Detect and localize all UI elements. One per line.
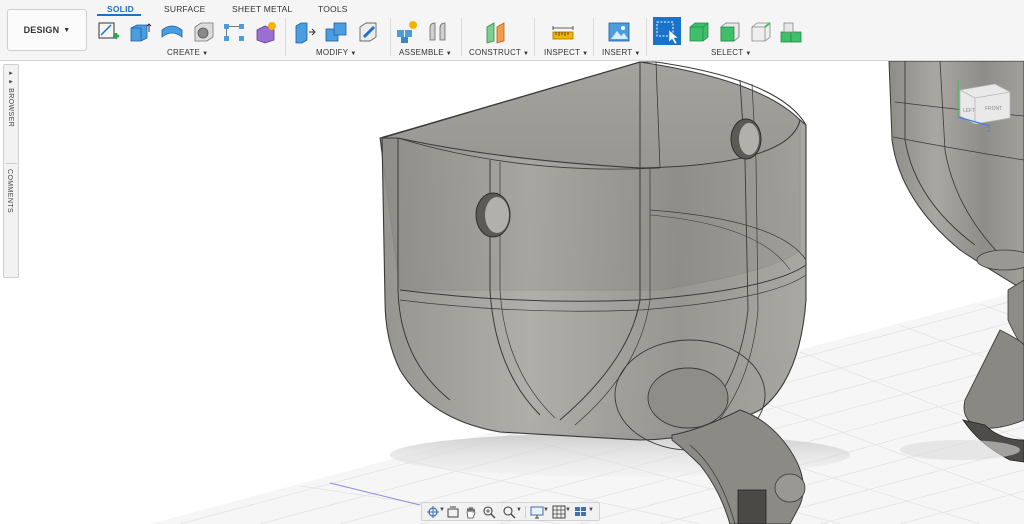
group-select-label: SELECT [711, 48, 744, 57]
viewcube-axis-z: Z [987, 128, 991, 134]
toolbar-divider [461, 18, 462, 56]
chevron-down-icon: ▼ [63, 26, 71, 34]
orbit-icon[interactable] [426, 505, 440, 519]
select-body-icon[interactable] [687, 20, 711, 44]
panel-separator [5, 163, 17, 164]
toolbar: DESIGN ▼ SOLID SURFACE SHEET METAL TOOLS… [0, 0, 1024, 61]
viewports-icon[interactable] [574, 505, 588, 519]
tab-solid[interactable]: SOLID [107, 4, 134, 14]
chevron-down-icon: ▼ [445, 51, 452, 57]
pattern-icon[interactable] [222, 20, 246, 44]
chevron-down-icon: ▼ [588, 507, 594, 513]
select-face-icon[interactable] [718, 20, 742, 44]
browser-label: BROWSER [7, 88, 14, 128]
create-sketch-icon[interactable] [96, 20, 120, 44]
chevron-down-icon: ▼ [582, 51, 589, 57]
revolve-icon[interactable] [160, 20, 184, 44]
comments-tab[interactable]: COMMENTS [6, 169, 13, 213]
chevron-down-icon: ▼ [202, 51, 209, 57]
grid-settings-icon[interactable] [552, 505, 566, 519]
group-assemble[interactable]: ASSEMBLE ▼ [399, 48, 452, 57]
toolbar-divider [646, 18, 647, 56]
chevron-down-icon: ▼ [350, 51, 357, 57]
toolbar-divider [285, 18, 286, 56]
toolbar-divider [390, 18, 391, 56]
viewcube-front-label: FRONT [985, 106, 1002, 112]
model-viewport[interactable]: LEFT FRONT Z [0, 61, 1024, 524]
zoom-icon[interactable] [482, 505, 496, 519]
navbar-divider [525, 506, 526, 518]
group-create[interactable]: CREATE ▼ [167, 48, 208, 57]
group-insert-label: INSERT [602, 48, 633, 57]
hole-icon[interactable] [192, 20, 216, 44]
group-select[interactable]: SELECT ▼ [711, 48, 751, 57]
offset-plane-icon[interactable] [484, 20, 508, 44]
insert-image-icon[interactable] [607, 20, 631, 44]
look-at-icon[interactable] [446, 505, 460, 519]
group-assemble-label: ASSEMBLE [399, 48, 444, 57]
chevron-down-icon: ▼ [543, 507, 549, 513]
group-construct-label: CONSTRUCT [469, 48, 522, 57]
pan-icon[interactable] [464, 505, 478, 519]
combine-icon[interactable] [324, 20, 348, 44]
measure-icon[interactable] [551, 20, 575, 44]
viewcube-left-label: LEFT [963, 108, 975, 114]
chevron-down-icon: ▼ [565, 507, 571, 513]
group-modify[interactable]: MODIFY ▼ [316, 48, 356, 57]
shell-icon[interactable] [356, 20, 380, 44]
active-tab-indicator [97, 14, 141, 16]
group-modify-label: MODIFY [316, 48, 349, 57]
expand-icon: ▸▸ [7, 69, 14, 89]
select-edge-icon[interactable] [749, 20, 773, 44]
window-select-icon[interactable] [653, 17, 681, 45]
group-create-label: CREATE [167, 48, 201, 57]
chevron-down-icon: ▼ [523, 51, 530, 57]
display-settings-icon[interactable] [530, 505, 544, 519]
new-component-icon[interactable] [395, 20, 419, 44]
chevron-down-icon: ▼ [516, 507, 522, 513]
select-component-icon[interactable] [779, 20, 803, 44]
tab-tools[interactable]: TOOLS [318, 4, 348, 14]
chevron-down-icon: ▼ [439, 507, 445, 513]
tab-surface[interactable]: SURFACE [164, 4, 206, 14]
chevron-down-icon: ▼ [745, 51, 752, 57]
tab-sheet-metal[interactable]: SHEET METAL [232, 4, 292, 14]
browser-panel[interactable]: ▸▸ BROWSER COMMENTS [3, 64, 19, 278]
group-inspect-label: INSPECT [544, 48, 581, 57]
group-construct[interactable]: CONSTRUCT ▼ [469, 48, 529, 57]
workspace-label: DESIGN [23, 25, 60, 35]
chevron-down-icon: ▼ [634, 51, 641, 57]
form-icon[interactable] [254, 20, 278, 44]
workspace-switcher[interactable]: DESIGN ▼ [7, 9, 87, 51]
joint-icon[interactable] [426, 20, 450, 44]
fit-icon[interactable] [502, 505, 516, 519]
toolbar-divider [534, 18, 535, 56]
toolbar-divider [593, 18, 594, 56]
group-inspect[interactable]: INSPECT ▼ [544, 48, 588, 57]
browser-tab[interactable]: ▸▸ BROWSER [6, 69, 14, 127]
navigation-bar: ▼ ▼ ▼ ▼ ▼ [421, 502, 600, 521]
press-pull-icon[interactable] [293, 20, 317, 44]
group-insert[interactable]: INSERT ▼ [602, 48, 641, 57]
extrude-icon[interactable] [128, 20, 152, 44]
